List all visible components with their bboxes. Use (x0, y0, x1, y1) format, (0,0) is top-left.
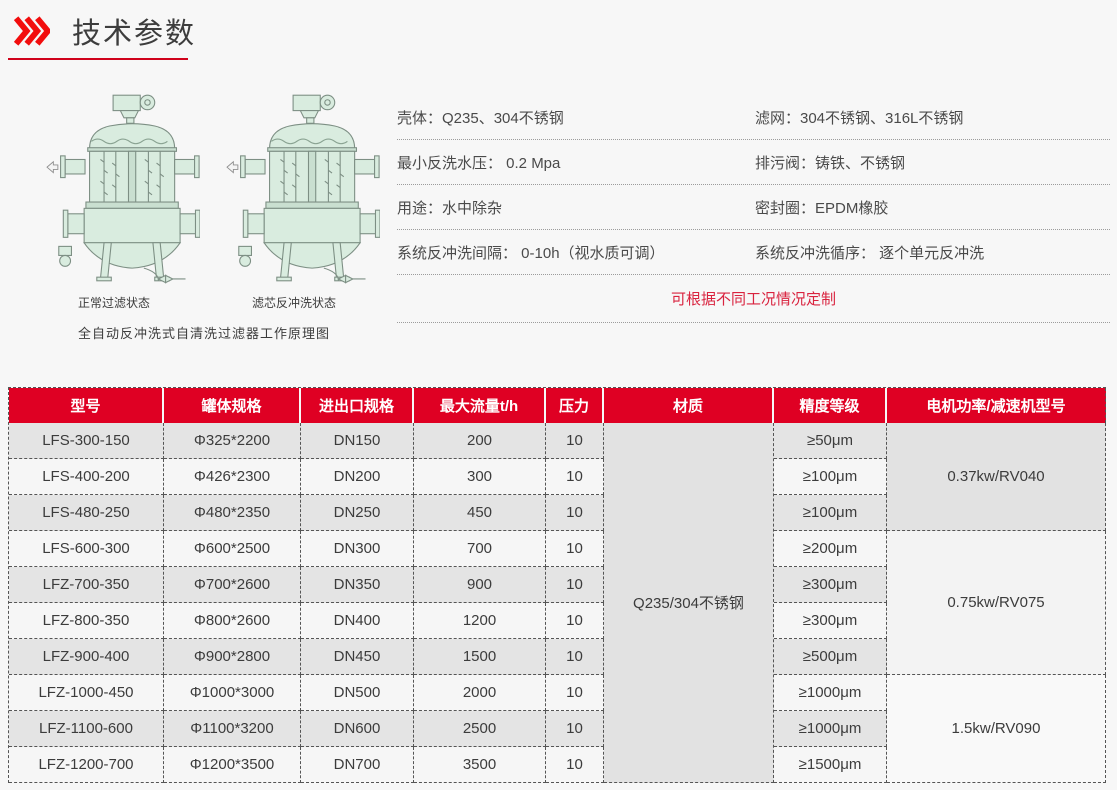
port-spec-cell: DN150 (301, 423, 414, 459)
model-cell: LFZ-700-350 (9, 567, 164, 603)
port-spec-cell: DN400 (301, 603, 414, 639)
tank-spec-cell: Φ700*2600 (164, 567, 301, 603)
column-header: 型号 (9, 388, 164, 423)
diagram-caption-right: 滤芯反冲洗状态 (252, 294, 336, 311)
working-principle-diagram: 正常过滤状态 滤芯反冲洗状态 全自动反冲洗式自清洗过滤器工作原理图 (24, 88, 384, 342)
precision-cell: ≥1000μm (774, 711, 887, 747)
port-spec-cell: DN450 (301, 639, 414, 675)
spec-row: 最小反洗水压： 0.2 Mpa排污阀：铸铁、不锈钢 (397, 140, 1110, 185)
precision-cell: ≥300μm (774, 603, 887, 639)
model-cell: LFS-600-300 (9, 531, 164, 567)
flow-cell: 1500 (414, 639, 546, 675)
flow-cell: 450 (414, 495, 546, 531)
tank-spec-cell: Φ800*2600 (164, 603, 301, 639)
spec-rows: 壳体：Q235、304不锈钢滤网：304不锈钢、316L不锈钢最小反洗水压： 0… (397, 95, 1110, 275)
spec-row: 壳体：Q235、304不锈钢滤网：304不锈钢、316L不锈钢 (397, 95, 1110, 140)
pressure-cell: 10 (546, 531, 604, 567)
spec-item: 排污阀：铸铁、不锈钢 (755, 152, 1110, 173)
pressure-cell: 10 (546, 567, 604, 603)
spec-item: 最小反洗水压： 0.2 Mpa (397, 152, 755, 173)
port-spec-cell: DN250 (301, 495, 414, 531)
model-cell: LFZ-1100-600 (9, 711, 164, 747)
tank-spec-cell: Φ426*2300 (164, 459, 301, 495)
spec-row: 用途：水中除杂密封圈：EPDM橡胶 (397, 185, 1110, 230)
pressure-cell: 10 (546, 495, 604, 531)
pressure-cell: 10 (546, 675, 604, 711)
model-cell: LFS-480-250 (9, 495, 164, 531)
page-header: 技术参数 (14, 10, 196, 52)
spec-item: 系统反冲洗间隔： 0-10h（视水质可调） (397, 242, 755, 263)
spec-list: 壳体：Q235、304不锈钢滤网：304不锈钢、316L不锈钢最小反洗水压： 0… (397, 95, 1110, 323)
column-header: 罐体规格 (164, 388, 301, 423)
flow-cell: 200 (414, 423, 546, 459)
model-cell: LFS-400-200 (9, 459, 164, 495)
pressure-cell: 10 (546, 747, 604, 783)
tank-spec-cell: Φ1200*3500 (164, 747, 301, 783)
port-spec-cell: DN500 (301, 675, 414, 711)
motor-power-cell: 0.37kw/RV040 (887, 423, 1106, 531)
port-spec-cell: DN300 (301, 531, 414, 567)
model-cell: LFS-300-150 (9, 423, 164, 459)
port-spec-cell: DN350 (301, 567, 414, 603)
spec-row: 系统反冲洗间隔： 0-10h（视水质可调）系统反冲洗循序： 逐个单元反冲洗 (397, 230, 1110, 275)
tank-spec-cell: Φ325*2200 (164, 423, 301, 459)
pressure-cell: 10 (546, 639, 604, 675)
tank-spec-cell: Φ1000*3000 (164, 675, 301, 711)
spec-item: 系统反冲洗循序： 逐个单元反冲洗 (755, 242, 1110, 263)
model-cell: LFZ-900-400 (9, 639, 164, 675)
column-header: 最大流量t/h (414, 388, 546, 423)
column-header: 材质 (604, 388, 774, 423)
filter-diagram-backwash-state (208, 88, 380, 288)
port-spec-cell: DN700 (301, 747, 414, 783)
precision-cell: ≥1000μm (774, 675, 887, 711)
motor-power-cell: 1.5kw/RV090 (887, 675, 1106, 783)
precision-cell: ≥100μm (774, 459, 887, 495)
pressure-cell: 10 (546, 711, 604, 747)
model-cell: LFZ-800-350 (9, 603, 164, 639)
flow-cell: 700 (414, 531, 546, 567)
tank-spec-cell: Φ480*2350 (164, 495, 301, 531)
page-title: 技术参数 (72, 10, 196, 52)
column-header: 精度等级 (774, 388, 887, 423)
material-cell: Q235/304不锈钢 (604, 423, 774, 783)
spec-item: 用途：水中除杂 (397, 197, 755, 218)
column-header: 压力 (546, 388, 604, 423)
diagram-caption-bottom: 全自动反冲洗式自清洗过滤器工作原理图 (24, 323, 384, 342)
tank-spec-cell: Φ600*2500 (164, 531, 301, 567)
column-header: 电机功率/减速机型号 (887, 388, 1106, 423)
spec-item: 滤网：304不锈钢、316L不锈钢 (755, 107, 1110, 128)
tank-spec-cell: Φ1100*3200 (164, 711, 301, 747)
custom-note: 可根据不同工况情况定制 (397, 275, 1110, 323)
pressure-cell: 10 (546, 603, 604, 639)
precision-cell: ≥500μm (774, 639, 887, 675)
motor-power-cell: 0.75kw/RV075 (887, 531, 1106, 675)
model-cell: LFZ-1200-700 (9, 747, 164, 783)
precision-cell: ≥300μm (774, 567, 887, 603)
port-spec-cell: DN200 (301, 459, 414, 495)
flow-cell: 2500 (414, 711, 546, 747)
precision-cell: ≥200μm (774, 531, 887, 567)
spec-item: 密封圈：EPDM橡胶 (755, 197, 1110, 218)
flow-cell: 2000 (414, 675, 546, 711)
column-header: 进出口规格 (301, 388, 414, 423)
pressure-cell: 10 (546, 423, 604, 459)
triple-chevron-icon (14, 13, 50, 49)
flow-cell: 900 (414, 567, 546, 603)
pressure-cell: 10 (546, 459, 604, 495)
precision-cell: ≥100μm (774, 495, 887, 531)
parameters-table: 型号罐体规格进出口规格最大流量t/h压力材质精度等级电机功率/减速机型号 LFS-… (8, 387, 1106, 783)
tank-spec-cell: Φ900*2800 (164, 639, 301, 675)
port-spec-cell: DN600 (301, 711, 414, 747)
flow-cell: 3500 (414, 747, 546, 783)
diagram-caption-left: 正常过滤状态 (78, 294, 150, 311)
filter-diagram-normal-state (28, 88, 200, 288)
spec-item: 壳体：Q235、304不锈钢 (397, 107, 755, 128)
precision-cell: ≥1500μm (774, 747, 887, 783)
model-cell: LFZ-1000-450 (9, 675, 164, 711)
flow-cell: 1200 (414, 603, 546, 639)
title-underline (8, 58, 188, 60)
flow-cell: 300 (414, 459, 546, 495)
precision-cell: ≥50μm (774, 423, 887, 459)
